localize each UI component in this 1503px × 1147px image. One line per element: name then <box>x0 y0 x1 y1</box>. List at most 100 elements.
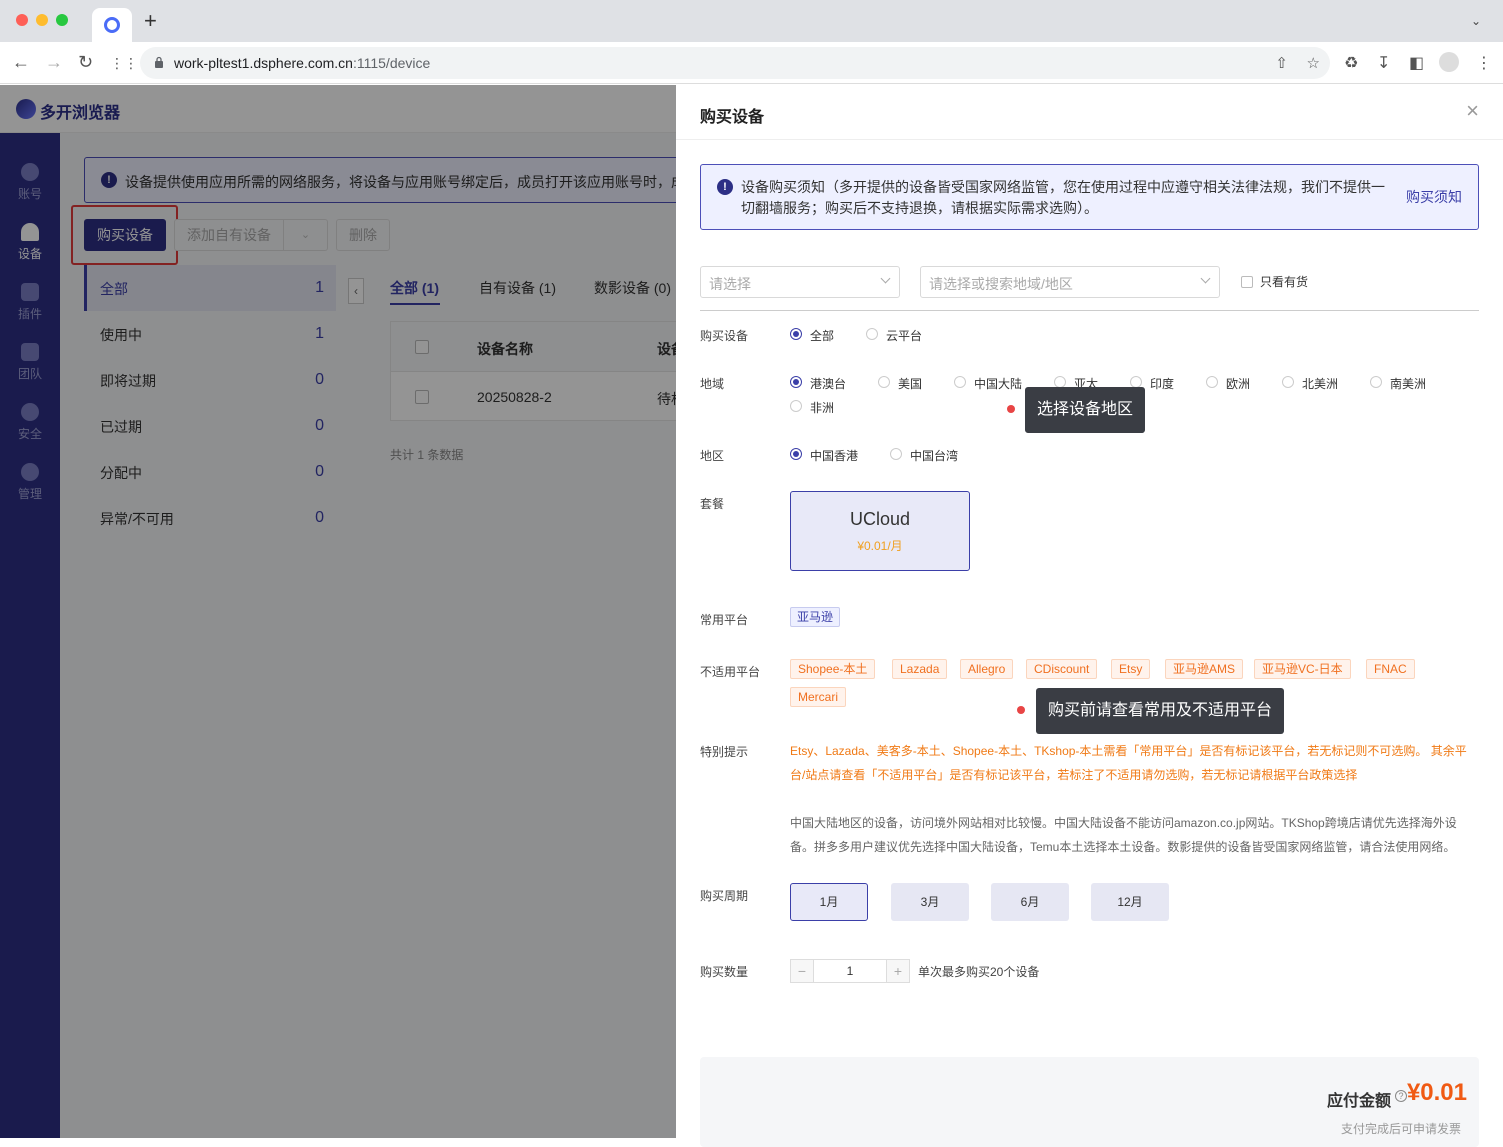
unsupported-platform-label: 不适用平台 <box>700 665 761 679</box>
close-window-button[interactable] <box>16 14 28 26</box>
special-notice-label: 特别提示 <box>700 745 749 759</box>
radio-label: 中国台湾 <box>910 449 959 463</box>
new-tab-icon[interactable]: + <box>144 10 157 32</box>
drawer-title: 购买设备 <box>700 109 765 126</box>
radio-label: 非洲 <box>810 401 835 415</box>
radio-label: 南美洲 <box>1390 377 1427 391</box>
radio-dot <box>790 400 802 412</box>
radio-dot <box>954 376 966 388</box>
info-icon: ! <box>717 179 733 195</box>
period-label: 购买周期 <box>700 889 749 903</box>
plan-price: ¥0.01/月 <box>857 539 903 553</box>
radio-label: 中国大陆 <box>974 377 1023 391</box>
sidepanel-icon[interactable]: ◧ <box>1409 53 1424 73</box>
radio-label: 美国 <box>898 377 923 391</box>
radio-label: 港澳台 <box>810 377 847 391</box>
radio-dot <box>878 376 890 388</box>
radio-label: 欧洲 <box>1226 377 1251 391</box>
buy-device-drawer: 购买设备 × ! 设备购买须知（多开提供的设备皆受国家网络监管，您在使用过程中应… <box>676 85 1503 1147</box>
radio-dot <box>1206 376 1218 388</box>
select-placeholder: 请选择或搜索地域/地区 <box>929 276 1073 292</box>
radio-label: 北美洲 <box>1302 377 1339 391</box>
quantity-increase-button[interactable]: + <box>886 959 910 983</box>
common-platform-label: 常用平台 <box>700 613 749 627</box>
modal-overlay[interactable] <box>0 85 676 1138</box>
share-icon[interactable]: ⇧ <box>1275 54 1288 72</box>
chevron-down-icon[interactable]: ⌄ <box>1471 14 1481 28</box>
period-option-6m[interactable]: 6月 <box>991 883 1069 921</box>
lock-icon <box>155 56 163 68</box>
unsupported-platform-tag: Etsy <box>1111 659 1151 679</box>
platform-tooltip: 购买前请查看常用及不适用平台 <box>1036 688 1285 734</box>
period-option-3m[interactable]: 3月 <box>891 883 969 921</box>
divider <box>700 310 1479 311</box>
payment-summary: 应付金额 ? ¥0.01 支付完成后可申请发票 <box>700 1057 1479 1147</box>
purchase-notice-text: 设备购买须知（多开提供的设备皆受国家网络监管，您在使用过程中应遵守相关法律法规，… <box>741 179 1385 216</box>
radio-label: 云平台 <box>886 329 923 343</box>
quantity-note: 单次最多购买20个设备 <box>918 965 1040 979</box>
help-icon[interactable]: ? <box>1395 1090 1407 1102</box>
quantity-input[interactable]: 1 <box>814 959 886 983</box>
invoice-note: 支付完成后可申请发票 <box>1340 1122 1461 1136</box>
buy-device-type-label: 购买设备 <box>700 329 749 343</box>
special-notice-text: Etsy、Lazada、美客多-本土、Shopee-本土、TKshop-本土需看… <box>790 744 1467 782</box>
region-info-text: 中国大陆地区的设备，访问境外网站相对比较慢。中国大陆设备不能访问amazon.c… <box>790 816 1457 854</box>
pay-amount-label: 应付金额 <box>1326 1093 1391 1110</box>
close-icon[interactable]: × <box>1466 99 1479 123</box>
favicon-icon <box>104 17 120 33</box>
address-bar[interactable]: work-pltest1.dsphere.com.cn:1115/device … <box>140 47 1330 79</box>
extensions-icon[interactable]: ♻ <box>1344 53 1358 73</box>
unsupported-platform-tag: Mercari <box>790 687 847 707</box>
in-stock-label: 只看有货 <box>1260 275 1309 289</box>
in-stock-checkbox[interactable] <box>1241 276 1253 288</box>
maximize-window-button[interactable] <box>56 14 68 26</box>
radio-dot <box>866 328 878 340</box>
radio-dot <box>790 448 802 460</box>
divider <box>676 139 1503 140</box>
unsupported-platform-tag: FNAC <box>1366 659 1415 679</box>
browser-menu-icon[interactable]: ⋮ <box>1476 53 1492 73</box>
browser-tab-strip: + ⌄ <box>0 0 1503 42</box>
minimize-window-button[interactable] <box>36 14 48 26</box>
url-host: work-pltest1.dsphere.com.cn <box>174 55 353 71</box>
region-tooltip: 选择设备地区 <box>1025 387 1146 433</box>
provider-select[interactable]: 请选择 <box>700 266 900 298</box>
purchase-notice: ! 设备购买须知（多开提供的设备皆受国家网络监管，您在使用过程中应遵守相关法律法… <box>700 164 1479 230</box>
reload-icon[interactable]: ↻ <box>78 52 93 72</box>
browser-tab[interactable] <box>92 8 132 42</box>
region-label: 地域 <box>700 377 725 391</box>
browser-toolbar: ← → ↻ ⋮⋮⋮ work-pltest1.dsphere.com.cn:11… <box>0 42 1503 84</box>
tooltip-dot <box>1007 405 1015 413</box>
radio-label: 印度 <box>1150 377 1175 391</box>
tooltip-dot <box>1017 706 1025 714</box>
url-text: work-pltest1.dsphere.com.cn:1115/device <box>174 55 430 71</box>
unsupported-platform-tag: 亚马逊VC-日本 <box>1254 659 1351 679</box>
radio-dot <box>790 376 802 388</box>
period-option-1m[interactable]: 1月 <box>790 883 868 921</box>
area-label: 地区 <box>700 449 725 463</box>
unsupported-platform-tag: Lazada <box>892 659 948 679</box>
chevron-down-icon <box>1200 273 1211 284</box>
plan-label: 套餐 <box>700 497 725 511</box>
radio-dot <box>1370 376 1382 388</box>
forward-icon[interactable]: → <box>45 52 63 72</box>
back-icon[interactable]: ← <box>12 52 30 72</box>
radio-dot <box>890 448 902 460</box>
unsupported-platform-tag: CDiscount <box>1026 659 1098 679</box>
period-option-12m[interactable]: 12月 <box>1091 883 1169 921</box>
url-path: :1115/device <box>352 55 431 71</box>
plan-card[interactable]: UCloud ¥0.01/月 <box>790 491 970 571</box>
chevron-down-icon <box>880 273 891 284</box>
download-icon[interactable]: ↧ <box>1377 53 1390 73</box>
unsupported-platform-tag: 亚马逊AMS <box>1165 659 1244 679</box>
bookmark-star-icon[interactable]: ☆ <box>1307 54 1320 72</box>
profile-avatar-icon[interactable] <box>1439 52 1459 72</box>
region-search-select[interactable]: 请选择或搜索地域/地区 <box>920 266 1220 298</box>
unsupported-platform-tag: Allegro <box>960 659 1014 679</box>
radio-label: 全部 <box>810 329 835 343</box>
quantity-decrease-button[interactable]: − <box>790 959 814 983</box>
purchase-notice-link[interactable]: 购买须知 <box>1406 187 1462 207</box>
quantity-label: 购买数量 <box>700 965 749 979</box>
radio-dot <box>1282 376 1294 388</box>
radio-dot <box>790 328 802 340</box>
